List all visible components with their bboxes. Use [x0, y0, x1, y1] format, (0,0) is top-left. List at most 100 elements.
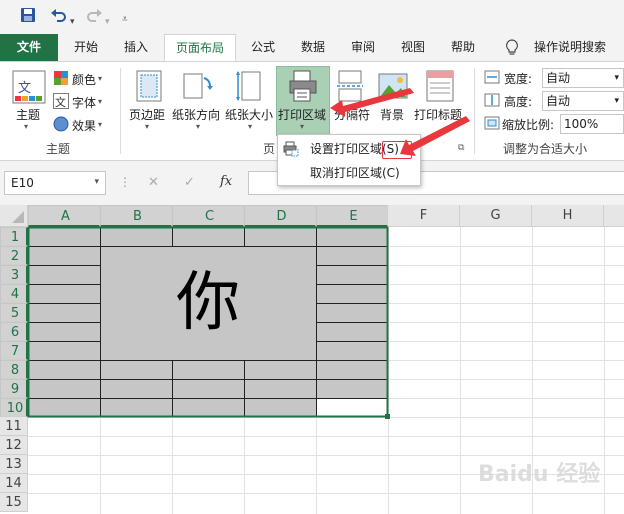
size-dropdown-icon[interactable]: ▾ — [248, 122, 252, 131]
background-icon[interactable] — [378, 70, 408, 105]
scale-value: 100% — [564, 117, 599, 131]
formula-bar-grip-icon: ⋮ — [119, 175, 131, 189]
tab-page-layout[interactable]: 页面布局 — [164, 34, 236, 61]
fonts-label[interactable]: 字体 — [72, 94, 96, 111]
width-dropdown-icon[interactable]: ▾ — [614, 69, 619, 87]
effects-dropdown-icon[interactable]: ▾ — [98, 120, 102, 129]
redo-dropdown-icon[interactable]: ▾ — [105, 12, 110, 32]
highlight-frame — [382, 141, 412, 159]
row-header[interactable]: 5 — [0, 303, 28, 322]
print-titles-label[interactable]: 打印标题 — [414, 106, 462, 123]
svg-text:文: 文 — [18, 81, 31, 96]
width-select[interactable]: 自动 ▾ — [542, 68, 624, 88]
undo-icon[interactable] — [50, 7, 68, 29]
colors-icon[interactable] — [53, 70, 69, 89]
column-header[interactable]: B — [100, 205, 172, 227]
tab-insert[interactable]: 插入 — [113, 34, 159, 61]
margins-dropdown-icon[interactable]: ▾ — [145, 122, 149, 131]
theme-icon[interactable]: 文 — [12, 70, 46, 107]
tab-formulas[interactable]: 公式 — [240, 34, 286, 61]
theme-label[interactable]: 主题 — [16, 106, 40, 123]
cancel-icon[interactable]: ✕ — [148, 175, 159, 190]
undo-dropdown-icon[interactable]: ▾ — [70, 12, 75, 32]
row-header[interactable]: 15 — [0, 493, 28, 512]
customize-icon[interactable]: ⩡ — [122, 10, 128, 30]
redo-icon[interactable] — [85, 7, 103, 29]
row-header[interactable]: 9 — [0, 379, 28, 398]
orientation-icon[interactable] — [182, 70, 214, 105]
print-area-icon — [288, 70, 318, 105]
name-box[interactable]: E10 ▾ — [4, 171, 106, 195]
colors-label[interactable]: 颜色 — [72, 71, 96, 88]
width-label: 宽度: — [504, 72, 533, 86]
row-header[interactable]: 10 — [0, 398, 28, 417]
row-header[interactable]: 6 — [0, 322, 28, 341]
tab-data[interactable]: 数据 — [290, 34, 336, 61]
colors-dropdown-icon[interactable]: ▾ — [98, 74, 102, 83]
row-header[interactable]: 12 — [0, 436, 28, 455]
tab-view[interactable]: 视图 — [390, 34, 436, 61]
clear-print-area-item[interactable]: 取消打印区域(C) — [278, 161, 420, 185]
row-header[interactable]: 2 — [0, 246, 28, 265]
ribbon-tabs: 文件 开始 插入 页面布局 公式 数据 审阅 视图 帮助 操作说明搜索 — [0, 34, 624, 61]
scale-group-label: 调整为合适大小 — [503, 142, 588, 156]
column-header[interactable]: E — [316, 205, 388, 227]
enter-icon[interactable]: ✓ — [184, 175, 195, 190]
lightbulb-icon — [503, 34, 521, 61]
breaks-icon[interactable] — [337, 70, 363, 105]
theme-group-label: 主题 — [46, 142, 71, 156]
fonts-icon[interactable]: 文 — [53, 93, 69, 112]
fonts-dropdown-icon[interactable]: ▾ — [98, 97, 102, 106]
height-icon — [484, 93, 500, 110]
width-icon — [484, 70, 500, 87]
row-header[interactable]: 3 — [0, 265, 28, 284]
column-header[interactable]: D — [244, 205, 316, 227]
margins-icon[interactable] — [136, 70, 162, 105]
print-area-label: 打印区域 — [278, 108, 327, 122]
effects-icon[interactable] — [53, 116, 69, 135]
scale-label: 缩放比例: — [502, 118, 555, 132]
orientation-label[interactable]: 纸张方向 — [172, 106, 220, 123]
print-area-dropdown-icon[interactable]: ▾ — [300, 122, 304, 131]
group-divider — [120, 68, 121, 154]
svg-text:文: 文 — [55, 95, 66, 109]
size-icon[interactable] — [236, 70, 262, 105]
row-header[interactable]: 8 — [0, 360, 28, 379]
name-box-dropdown-icon[interactable]: ▾ — [94, 177, 99, 187]
column-header[interactable]: A — [28, 205, 100, 227]
tab-file[interactable]: 文件 — [0, 34, 58, 61]
save-icon[interactable] — [20, 7, 36, 29]
group-divider — [474, 68, 475, 154]
column-header-partial[interactable] — [604, 205, 624, 227]
insert-function-icon[interactable]: fx — [220, 174, 232, 189]
row-header[interactable]: 14 — [0, 474, 28, 493]
select-all-corner[interactable] — [0, 205, 28, 227]
height-dropdown-icon[interactable]: ▾ — [614, 92, 619, 110]
row-header[interactable]: 11 — [0, 417, 28, 436]
tab-tell-me[interactable]: 操作说明搜索 — [528, 34, 612, 61]
tab-home[interactable]: 开始 — [63, 34, 109, 61]
row-header[interactable]: 7 — [0, 341, 28, 360]
print-titles-icon[interactable] — [426, 70, 454, 105]
effects-label[interactable]: 效果 — [72, 117, 96, 134]
dialog-launcher-icon[interactable]: ⧉ — [458, 143, 464, 153]
breaks-label[interactable]: 分隔符 — [334, 106, 370, 123]
column-header[interactable]: G — [460, 205, 532, 227]
row-header[interactable]: 1 — [0, 227, 28, 246]
height-select[interactable]: 自动 ▾ — [542, 91, 624, 111]
orientation-dropdown-icon[interactable]: ▾ — [196, 122, 200, 131]
column-header[interactable]: H — [532, 205, 604, 227]
scale-spinner[interactable]: 100% — [560, 114, 624, 134]
column-header[interactable]: F — [388, 205, 460, 227]
clear-print-area-label: 取消打印区域(C) — [310, 166, 400, 180]
row-header[interactable]: 4 — [0, 284, 28, 303]
tab-help[interactable]: 帮助 — [440, 34, 486, 61]
background-label[interactable]: 背景 — [380, 106, 404, 123]
size-label[interactable]: 纸张大小 — [225, 106, 273, 123]
merged-cell-b2-d7[interactable]: 你 — [100, 246, 316, 360]
theme-dropdown-icon[interactable]: ▾ — [24, 122, 28, 131]
tab-review[interactable]: 审阅 — [340, 34, 386, 61]
margins-label[interactable]: 页边距 — [129, 106, 165, 123]
column-header[interactable]: C — [172, 205, 244, 227]
row-header[interactable]: 13 — [0, 455, 28, 474]
